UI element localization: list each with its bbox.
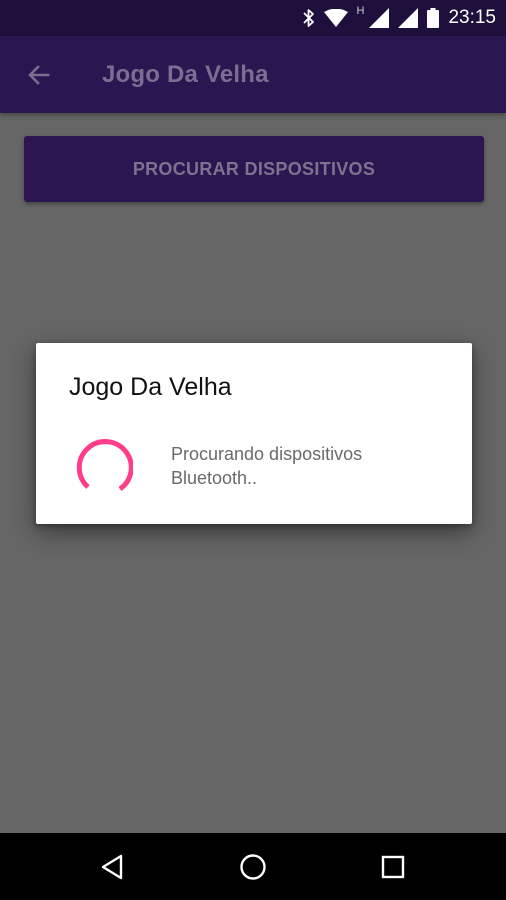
network-type-label: H bbox=[356, 5, 365, 17]
progress-dialog: Jogo Da Velha Procurando dispositivos Bl… bbox=[36, 343, 472, 524]
nav-home-button[interactable] bbox=[233, 847, 273, 887]
nav-home-icon bbox=[240, 854, 266, 880]
battery-icon bbox=[427, 8, 440, 28]
search-devices-button[interactable]: PROCURAR DISPOSITIVOS bbox=[24, 136, 484, 202]
progress-spinner-icon bbox=[76, 439, 133, 492]
cell-signal-icon bbox=[398, 8, 419, 28]
status-time: 23:15 bbox=[448, 7, 496, 28]
wifi-icon bbox=[323, 9, 348, 27]
dialog-title: Jogo Da Velha bbox=[69, 373, 232, 401]
back-button[interactable] bbox=[18, 54, 60, 96]
cell-signal-icon bbox=[369, 8, 390, 28]
navigation-bar bbox=[0, 833, 506, 900]
nav-back-button[interactable] bbox=[93, 847, 133, 887]
status-icons: H 23:15 bbox=[302, 0, 496, 36]
app-bar: Jogo Da Velha bbox=[0, 36, 506, 113]
arrow-left-icon bbox=[28, 65, 50, 85]
status-bar: H 23:15 bbox=[0, 0, 506, 36]
page-title: Jogo Da Velha bbox=[102, 61, 269, 88]
bluetooth-icon bbox=[302, 9, 314, 27]
dialog-message: Procurando dispositivos Bluetooth.. bbox=[171, 444, 363, 488]
nav-recents-button[interactable] bbox=[373, 847, 413, 887]
nav-recents-icon bbox=[381, 855, 405, 879]
nav-back-icon bbox=[101, 854, 123, 880]
